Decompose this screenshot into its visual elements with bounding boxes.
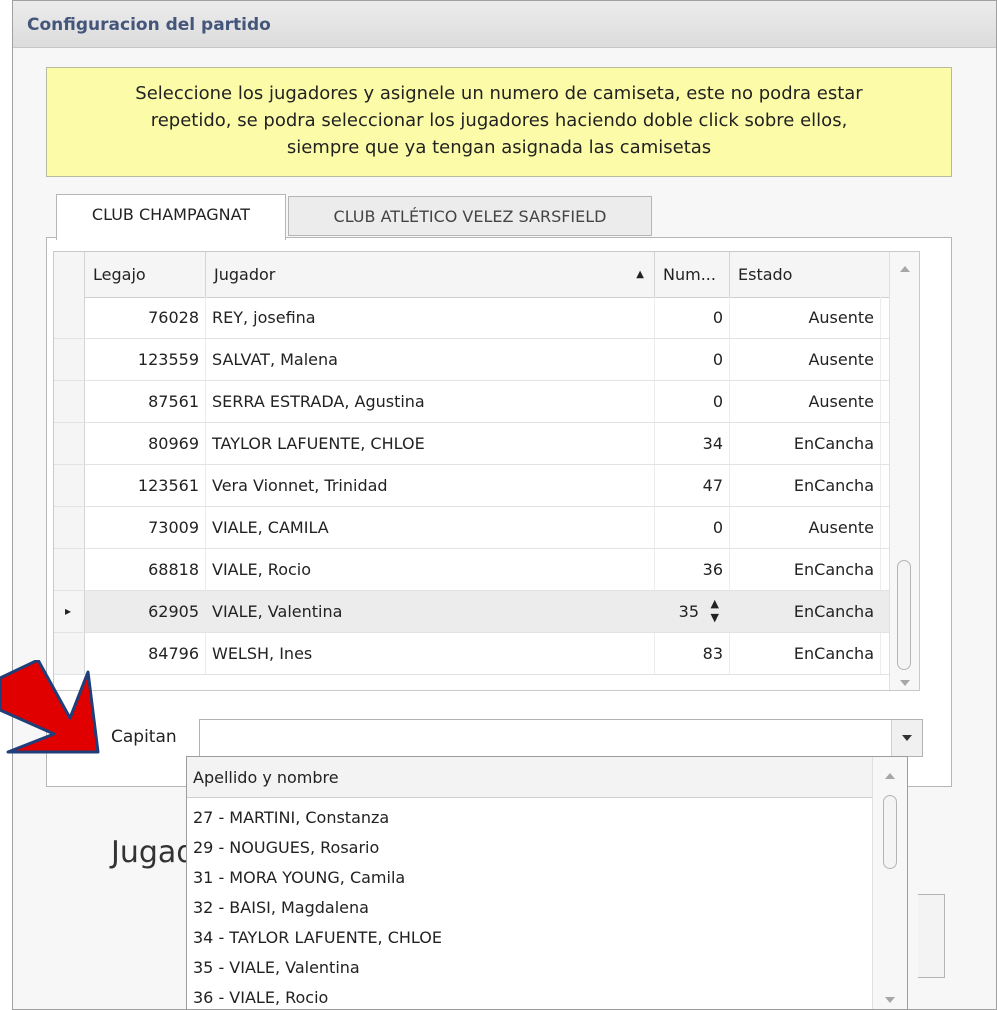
row-indicator[interactable] bbox=[54, 549, 85, 590]
cell-num[interactable]: 0 bbox=[655, 339, 730, 380]
cell-jugador[interactable]: VIALE, Valentina bbox=[206, 591, 655, 632]
scroll-down-icon[interactable] bbox=[885, 997, 895, 1003]
cell-num[interactable]: 47 bbox=[655, 465, 730, 506]
cell-jugador[interactable]: TAYLOR LAFUENTE, CHLOE bbox=[206, 423, 655, 464]
cell-estado[interactable]: EnCancha bbox=[730, 633, 881, 674]
row-indicator[interactable] bbox=[54, 381, 85, 422]
capitan-combobox[interactable] bbox=[199, 719, 923, 757]
dropdown-option[interactable]: 35 - VIALE, Valentina bbox=[193, 953, 360, 982]
column-header-estado[interactable]: Estado bbox=[730, 252, 891, 297]
cell-estado[interactable]: Ausente bbox=[730, 297, 881, 338]
dropdown-option[interactable]: 32 - BAISI, Magdalena bbox=[193, 893, 369, 922]
scrollbar-thumb[interactable] bbox=[897, 560, 911, 670]
cell-legajo[interactable]: 62905 bbox=[85, 591, 206, 632]
dropdown-option[interactable]: 27 - MARTINI, Constanza bbox=[193, 803, 389, 832]
cell-legajo[interactable]: 76028 bbox=[85, 297, 206, 338]
scrollbar-thumb[interactable] bbox=[883, 795, 897, 869]
cell-num[interactable]: 36 bbox=[655, 549, 730, 590]
cell-jugador[interactable]: VIALE, Rocio bbox=[206, 549, 655, 590]
annotation-arrow-icon bbox=[0, 660, 100, 754]
row-indicator[interactable]: ▸ bbox=[54, 591, 85, 632]
side-button[interactable] bbox=[918, 894, 945, 978]
column-header-jugador[interactable]: Jugador ▲ bbox=[206, 252, 655, 297]
cell-jugador[interactable]: Vera Vionnet, Trinidad bbox=[206, 465, 655, 506]
current-row-icon: ▸ bbox=[65, 604, 72, 618]
dropdown-scrollbar[interactable] bbox=[872, 757, 907, 1009]
dropdown-option[interactable]: 29 - NOUGUES, Rosario bbox=[193, 833, 379, 862]
players-section-label: Jugad bbox=[111, 835, 196, 870]
row-indicator[interactable] bbox=[54, 339, 85, 380]
cell-num[interactable]: 35 ▲ ▼ bbox=[655, 591, 730, 632]
row-indicator[interactable] bbox=[54, 297, 85, 338]
table-row[interactable]: 123561 Vera Vionnet, Trinidad 47 EnCancha bbox=[54, 465, 891, 507]
cell-jugador[interactable]: REY, josefina bbox=[206, 297, 655, 338]
scroll-down-icon[interactable] bbox=[900, 680, 910, 686]
column-header-num[interactable]: Num... bbox=[655, 252, 730, 297]
cell-jugador[interactable]: SALVAT, Malena bbox=[206, 339, 655, 380]
cell-num[interactable]: 0 bbox=[655, 297, 730, 338]
cell-legajo[interactable]: 87561 bbox=[85, 381, 206, 422]
cell-num[interactable]: 83 bbox=[655, 633, 730, 674]
cell-estado[interactable]: EnCancha bbox=[730, 465, 881, 506]
title-bar: Configuracion del partido bbox=[13, 1, 996, 48]
scroll-up-icon[interactable] bbox=[900, 266, 910, 272]
window-title: Configuracion del partido bbox=[27, 15, 271, 35]
column-header-jugador-label: Jugador bbox=[214, 265, 276, 284]
dropdown-column-header: Apellido y nombre bbox=[187, 757, 873, 798]
dropdown-option[interactable]: 34 - TAYLOR LAFUENTE, CHLOE bbox=[193, 923, 442, 952]
instructions-line-2: repetido, se podra seleccionar los jugad… bbox=[150, 110, 848, 131]
cell-jugador[interactable]: VIALE, CAMILA bbox=[206, 507, 655, 548]
cell-estado[interactable]: EnCancha bbox=[730, 591, 881, 632]
dropdown-option[interactable]: 36 - VIALE, Rocio bbox=[193, 983, 328, 1009]
row-indicator[interactable] bbox=[54, 507, 85, 548]
capitan-dropdown-list[interactable]: Apellido y nombre 27 - MARTINI, Constanz… bbox=[186, 756, 908, 1010]
table-row[interactable]: 80969 TAYLOR LAFUENTE, CHLOE 34 EnCancha bbox=[54, 423, 891, 465]
tab-club-champagnat[interactable]: CLUB CHAMPAGNAT bbox=[56, 194, 286, 240]
sort-ascending-icon: ▲ bbox=[636, 269, 644, 280]
row-indicator[interactable] bbox=[54, 423, 85, 464]
cell-estado[interactable]: Ausente bbox=[730, 507, 881, 548]
cell-estado[interactable]: EnCancha bbox=[730, 423, 881, 464]
row-indicator[interactable] bbox=[54, 465, 85, 506]
cell-jugador[interactable]: WELSH, Ines bbox=[206, 633, 655, 674]
cell-legajo[interactable]: 73009 bbox=[85, 507, 206, 548]
grid-scrollbar[interactable] bbox=[889, 252, 919, 690]
cell-estado[interactable]: Ausente bbox=[730, 381, 881, 422]
grid-header: Legajo Jugador ▲ Num... Estado bbox=[54, 252, 891, 298]
instructions-box: Seleccione los jugadores y asignele un n… bbox=[46, 67, 952, 177]
table-row[interactable]: 123559 SALVAT, Malena 0 Ausente bbox=[54, 339, 891, 381]
cell-num[interactable]: 0 bbox=[655, 507, 730, 548]
cell-estado[interactable]: Ausente bbox=[730, 339, 881, 380]
scroll-up-icon[interactable] bbox=[885, 773, 895, 779]
tab-club-velez-sarsfield[interactable]: CLUB ATLÉTICO VELEZ SARSFIELD bbox=[288, 196, 652, 236]
table-row[interactable]: 68818 VIALE, Rocio 36 EnCancha bbox=[54, 549, 891, 591]
cell-legajo[interactable]: 123559 bbox=[85, 339, 206, 380]
number-spinner-icon[interactable]: ▲ ▼ bbox=[711, 591, 719, 625]
table-row[interactable]: 87561 SERRA ESTRADA, Agustina 0 Ausente bbox=[54, 381, 891, 423]
table-row[interactable]: ▸ 62905 VIALE, Valentina 35 ▲ ▼ EnCancha bbox=[54, 591, 891, 633]
column-header-legajo[interactable]: Legajo bbox=[85, 252, 206, 297]
instructions-line-3: siempre que ya tengan asignada las camis… bbox=[286, 137, 712, 158]
row-indicator-header bbox=[54, 252, 85, 297]
table-row[interactable]: 76028 REY, josefina 0 Ausente bbox=[54, 297, 891, 339]
cell-legajo[interactable]: 123561 bbox=[85, 465, 206, 506]
cell-jugador[interactable]: SERRA ESTRADA, Agustina bbox=[206, 381, 655, 422]
instructions-line-1: Seleccione los jugadores y asignele un n… bbox=[135, 83, 863, 104]
players-grid[interactable]: Legajo Jugador ▲ Num... Estado 76028 REY,… bbox=[53, 251, 920, 691]
chevron-down-icon[interactable] bbox=[891, 720, 922, 756]
cell-legajo[interactable]: 68818 bbox=[85, 549, 206, 590]
cell-estado[interactable]: EnCancha bbox=[730, 549, 881, 590]
dropdown-option[interactable]: 31 - MORA YOUNG, Camila bbox=[193, 863, 405, 892]
cell-num[interactable]: 34 bbox=[655, 423, 730, 464]
cell-num[interactable]: 0 bbox=[655, 381, 730, 422]
cell-legajo[interactable]: 80969 bbox=[85, 423, 206, 464]
table-row[interactable]: 73009 VIALE, CAMILA 0 Ausente bbox=[54, 507, 891, 549]
